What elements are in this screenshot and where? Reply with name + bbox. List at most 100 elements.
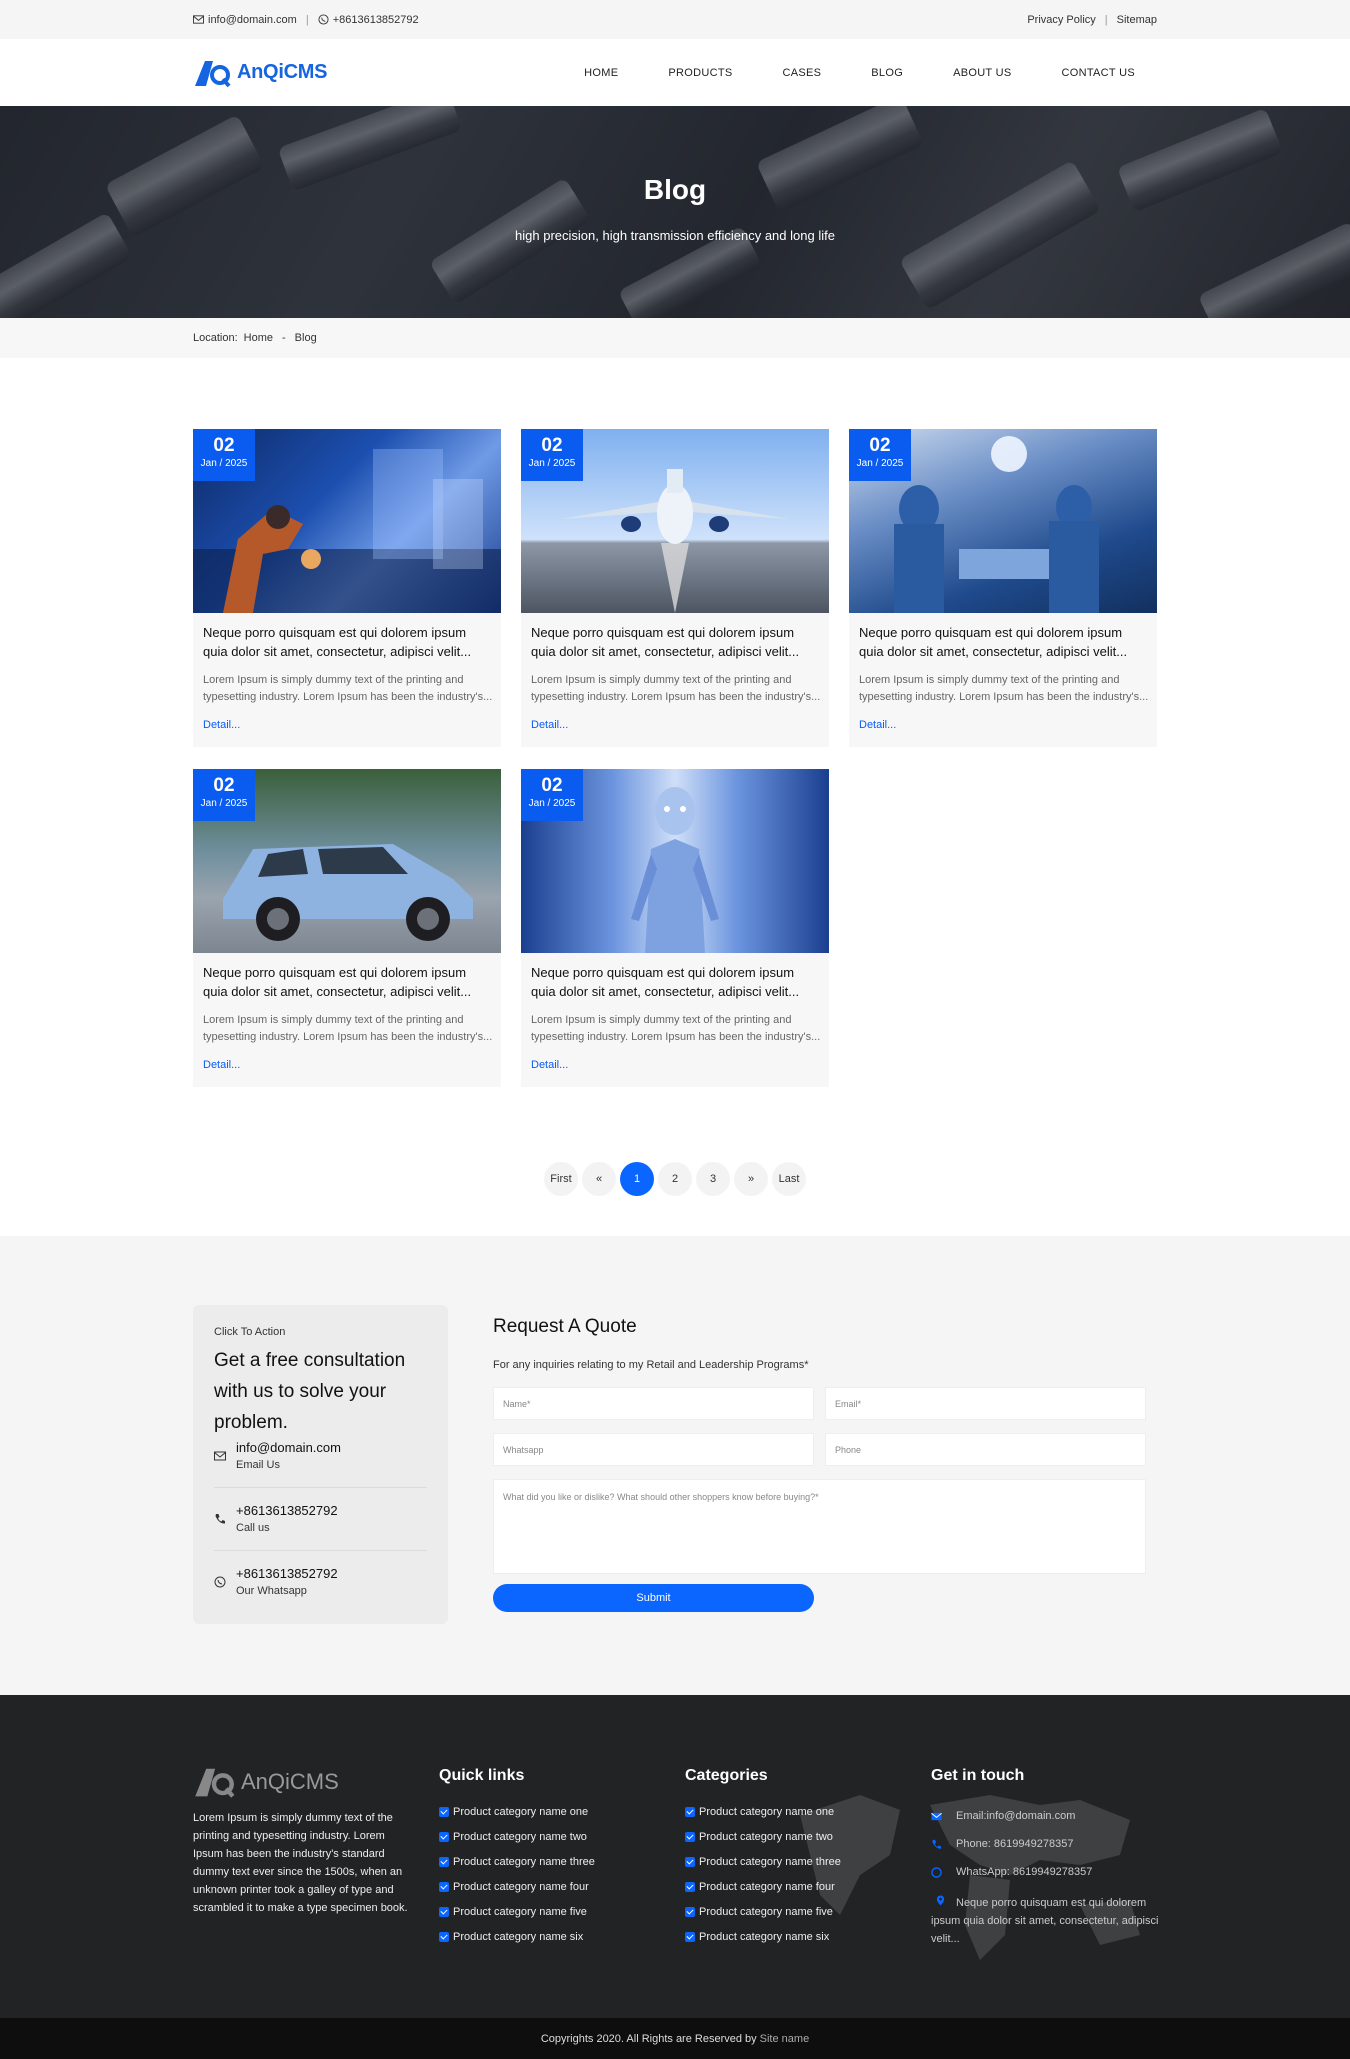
mail-icon (214, 1451, 226, 1461)
post-date-badge: 02 Jan / 2025 (849, 429, 911, 481)
cta-whatsapp-item[interactable]: +8613613852792 Our Whatsapp (214, 1566, 427, 1614)
topbar-whatsapp[interactable]: +8613613852792 (333, 14, 419, 26)
footer-whatsapp[interactable]: WhatsApp: 8619949278357 (931, 1866, 1092, 1878)
cta-whatsapp-value: +8613613852792 (236, 1566, 338, 1581)
post-date-badge: 02 Jan / 2025 (193, 429, 255, 481)
check-icon (439, 1906, 449, 1917)
page-banner: Blog high precision, high transmission e… (0, 106, 1350, 318)
name-field[interactable]: Name* (493, 1387, 814, 1420)
page-1[interactable]: 1 (620, 1162, 654, 1196)
phone-field[interactable]: Phone (825, 1433, 1146, 1466)
cta-email-value: info@domain.com (236, 1440, 341, 1455)
post-detail-link[interactable]: Detail... (531, 1059, 568, 1071)
topbar-divider: | (1104, 13, 1108, 26)
post-detail-link[interactable]: Detail... (203, 1059, 240, 1071)
main-nav: HOME PRODUCTS CASES BLOG ABOUT US CONTAC… (534, 67, 1135, 79)
blog-card[interactable]: 02 Jan / 2025 Neque porro quisquam est q… (193, 769, 501, 1087)
post-title[interactable]: Neque porro quisquam est qui dolorem ips… (531, 623, 821, 661)
post-day: 02 (213, 775, 235, 796)
check-icon (685, 1831, 695, 1842)
logo-text: AnQiCMS (237, 61, 328, 83)
check-icon (685, 1881, 695, 1892)
breadcrumb-separator: - (282, 332, 286, 344)
check-icon (439, 1856, 449, 1867)
post-title[interactable]: Neque porro quisquam est qui dolorem ips… (531, 963, 821, 1001)
page-next[interactable]: » (734, 1162, 768, 1196)
page-first[interactable]: First (544, 1162, 578, 1196)
quick-link-item[interactable]: Product category name two (439, 1824, 595, 1849)
page-2[interactable]: 2 (658, 1162, 692, 1196)
footer-email[interactable]: Email:info@domain.com (931, 1810, 1075, 1822)
quote-form: Request A Quote For any inquiries relati… (493, 1316, 1145, 1371)
page-last[interactable]: Last (772, 1162, 806, 1196)
page-prev[interactable]: « (582, 1162, 616, 1196)
mail-icon (193, 15, 204, 24)
submit-button[interactable]: Submit (493, 1584, 814, 1612)
cta-phone-item[interactable]: +8613613852792 Call us (214, 1503, 427, 1551)
cta-email-item[interactable]: info@domain.com Email Us (214, 1440, 427, 1488)
email-field[interactable]: Email* (825, 1387, 1146, 1420)
page-subtitle: high precision, high transmission effici… (515, 228, 835, 243)
blog-card[interactable]: 02 Jan / 2025 Neque porro quisquam est q… (521, 429, 829, 747)
privacy-policy-link[interactable]: Privacy Policy (1027, 14, 1095, 26)
cta-kicker: Click To Action (214, 1326, 286, 1338)
cta-email-label: Email Us (236, 1459, 281, 1471)
cta-panel: Click To Action Get a free consultation … (193, 1305, 448, 1624)
quick-link-item[interactable]: Product category name three (439, 1849, 595, 1874)
post-date-badge: 02 Jan / 2025 (193, 769, 255, 821)
nav-about-us[interactable]: ABOUT US (953, 67, 1011, 79)
category-item[interactable]: Product category name three (685, 1849, 841, 1874)
check-icon (685, 1906, 695, 1917)
logo-mark-icon (195, 1768, 235, 1798)
topbar-email[interactable]: info@domain.com (208, 14, 297, 26)
quick-link-item[interactable]: Product category name one (439, 1799, 595, 1824)
quick-link-item[interactable]: Product category name six (439, 1924, 595, 1949)
post-title[interactable]: Neque porro quisquam est qui dolorem ips… (203, 623, 493, 661)
category-item[interactable]: Product category name five (685, 1899, 841, 1924)
location-pin-icon (936, 1895, 945, 1906)
check-icon (439, 1881, 449, 1892)
post-title[interactable]: Neque porro quisquam est qui dolorem ips… (203, 963, 493, 1001)
post-detail-link[interactable]: Detail... (203, 719, 240, 731)
sitemap-link[interactable]: Sitemap (1117, 14, 1157, 26)
page-3[interactable]: 3 (696, 1162, 730, 1196)
footer-address: Neque porro quisquam est qui dolorem ips… (931, 1895, 1159, 1945)
post-detail-link[interactable]: Detail... (859, 719, 896, 731)
nav-contact-us[interactable]: CONTACT US (1062, 67, 1136, 79)
post-detail-link[interactable]: Detail... (531, 719, 568, 731)
category-item[interactable]: Product category name four (685, 1874, 841, 1899)
category-item[interactable]: Product category name two (685, 1824, 841, 1849)
post-date-badge: 02 Jan / 2025 (521, 769, 583, 821)
main-header: AnQiCMS HOME PRODUCTS CASES BLOG ABOUT U… (0, 39, 1350, 106)
post-month: Jan / 2025 (200, 798, 248, 809)
mail-icon (931, 1812, 942, 1821)
blog-card[interactable]: 02 Jan / 2025 Neque porro quisquam est q… (849, 429, 1157, 747)
nav-products[interactable]: PRODUCTS (668, 67, 732, 79)
check-icon (685, 1806, 695, 1817)
quick-link-item[interactable]: Product category name five (439, 1899, 595, 1924)
blog-card[interactable]: 02 Jan / 2025 Neque porro quisquam est q… (521, 769, 829, 1087)
blog-card[interactable]: 02 Jan / 2025 Neque porro quisquam est q… (193, 429, 501, 747)
quick-link-item[interactable]: Product category name four (439, 1874, 595, 1899)
breadcrumb-home[interactable]: Home (244, 332, 273, 344)
page-title: Blog (643, 174, 707, 205)
post-month: Jan / 2025 (200, 458, 248, 469)
whatsapp-field[interactable]: Whatsapp (493, 1433, 814, 1466)
logo-mark-icon (195, 60, 231, 87)
nav-blog[interactable]: BLOG (871, 67, 903, 79)
breadcrumb: Location: Home - Blog (0, 318, 1350, 358)
nav-home[interactable]: HOME (584, 67, 618, 79)
nav-cases[interactable]: CASES (782, 67, 821, 79)
footer-phone[interactable]: Phone: 8619949278357 (931, 1838, 1073, 1850)
category-item[interactable]: Product category name one (685, 1799, 841, 1824)
site-logo[interactable]: AnQiCMS (193, 58, 327, 88)
site-name-link[interactable]: Site name (760, 2033, 810, 2045)
message-textarea[interactable]: What did you like or dislike? What shoul… (493, 1479, 1146, 1574)
whatsapp-icon (931, 1867, 942, 1878)
check-icon (685, 1856, 695, 1867)
breadcrumb-current: Blog (294, 332, 317, 344)
check-icon (685, 1931, 695, 1942)
footer-logo[interactable]: AnQiCMS (193, 1765, 339, 1799)
category-item[interactable]: Product category name six (685, 1924, 841, 1949)
post-title[interactable]: Neque porro quisquam est qui dolorem ips… (859, 623, 1149, 661)
